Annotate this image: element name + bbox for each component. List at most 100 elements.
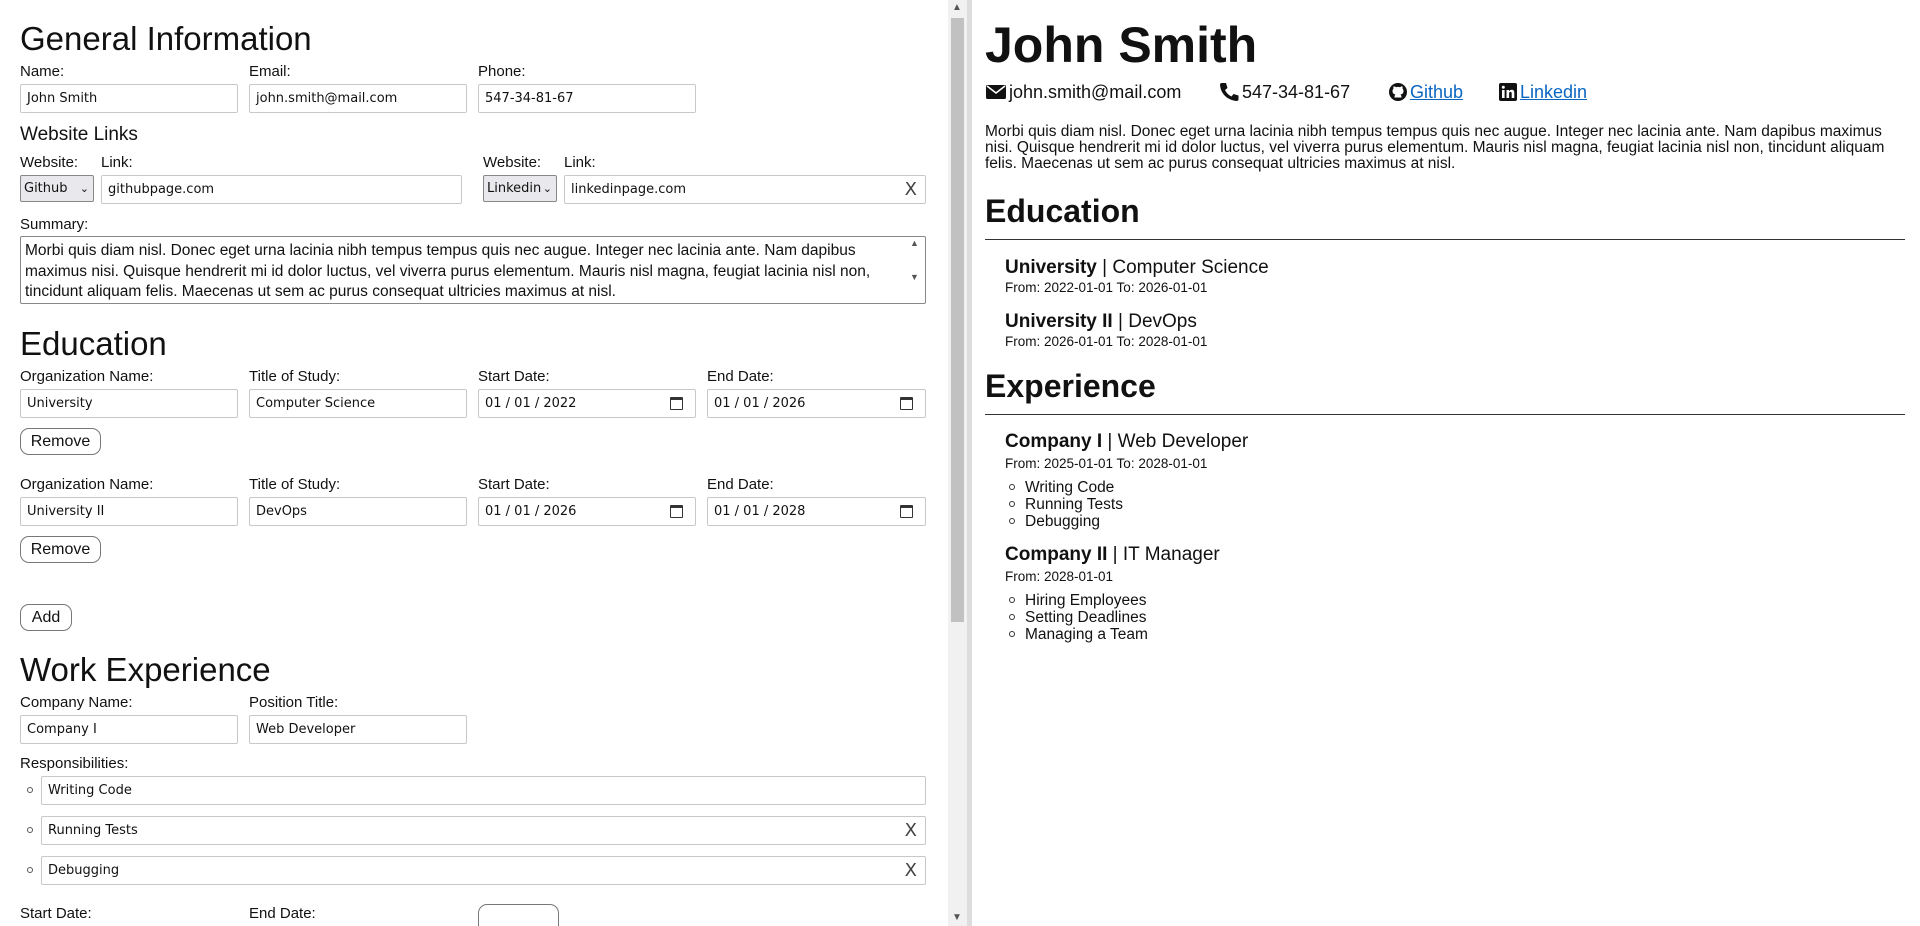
end-date-value: 01 / 01 / 2028 [714,504,806,519]
preview-summary: Morbi quis diam nisl. Donec eget urna la… [985,123,1885,172]
website-links-heading: Website Links [20,124,138,145]
preview-experience-entry: Company I | Web Developer [1005,432,1248,451]
experience-position: Web Developer [1117,431,1249,452]
scroll-up-icon[interactable]: ▲ [952,2,962,13]
end-date-label: End Date: [707,476,774,493]
end-date-label: End Date: [707,368,774,385]
list-bullet [1009,597,1015,603]
phone-input[interactable]: 547-34-81-67 [478,84,696,113]
work-start-date-label: Start Date: [20,905,92,922]
responsibility-input[interactable]: Debugging X [41,856,926,885]
phone-icon [1220,83,1239,101]
calendar-icon[interactable] [670,505,683,518]
website-select-value: Github [24,181,68,196]
preview-email-text: john.smith@mail.com [1009,82,1182,102]
calendar-icon[interactable] [900,505,913,518]
preview-github[interactable]: Github [1388,80,1463,104]
responsibility-input[interactable]: Writing Code [41,776,926,805]
scroll-thumb[interactable] [951,18,964,622]
experience-item: Setting Deadlines [1025,609,1147,626]
pane-divider[interactable] [967,0,972,926]
website-label-2: Website: [483,154,542,171]
study-label: Title of Study: [249,368,341,385]
start-date-value: 01 / 01 / 2022 [485,396,577,411]
org-label: Organization Name: [20,476,154,493]
education-divider [985,239,1905,240]
phone-label: Phone: [478,63,526,80]
textarea-scroll-up-icon[interactable]: ▲ [910,238,919,248]
scroll-down-icon[interactable]: ▼ [952,912,962,923]
list-bullet [1009,518,1015,524]
end-date-value: 01 / 01 / 2026 [714,396,806,411]
end-date-input[interactable]: 01 / 01 / 2026 [707,389,926,418]
company-label: Company Name: [20,694,133,711]
end-date-input[interactable]: 01 / 01 / 2028 [707,497,926,526]
experience-company: Company II [1005,544,1108,565]
org-input[interactable]: University [20,389,238,418]
list-bullet [1009,501,1015,507]
experience-company: Company I [1005,431,1103,452]
work-experience-heading: Work Experience [20,651,271,688]
general-info-heading: General Information [20,20,312,57]
study-input[interactable]: Computer Science [249,389,467,418]
company-input[interactable]: Company I [20,715,238,744]
preview-name: John Smith [985,17,1258,73]
list-bullet [27,827,33,833]
position-input[interactable]: Web Developer [249,715,467,744]
remove-responsibility-icon[interactable]: X [905,857,917,884]
education-study: DevOps [1128,311,1197,332]
name-input[interactable]: John Smith [20,84,238,113]
preview-experience-entry: Company II | IT Manager [1005,545,1220,564]
email-label: Email: [249,63,291,80]
calendar-icon[interactable] [900,397,913,410]
org-label: Organization Name: [20,368,154,385]
calendar-icon[interactable] [670,397,683,410]
preview-experience-heading: Experience [985,368,1156,404]
experience-position: IT Manager [1122,544,1220,565]
summary-textarea[interactable]: Morbi quis diam nisl. Donec eget urna la… [20,236,926,304]
experience-item: Managing a Team [1025,626,1148,643]
website-select-github[interactable]: Github ⌄ [20,175,94,202]
link-label-2: Link: [564,154,596,171]
separator: | [1112,311,1129,332]
start-date-input[interactable]: 01 / 01 / 2026 [478,497,696,526]
add-education-button[interactable]: Add [20,604,72,631]
preview-phone: 547-34-81-67 [1218,80,1350,104]
github-link[interactable]: Github [1410,80,1463,104]
email-input[interactable]: john.smith@mail.com [249,84,467,113]
responsibility-input[interactable]: Running Tests X [41,816,926,845]
website-select-linkedin[interactable]: Linkedin ⌄ [483,175,557,202]
separator: | [1102,431,1118,452]
name-label: Name: [20,63,65,80]
work-end-date-label: End Date: [249,905,316,922]
link-input-github[interactable]: githubpage.com [101,175,462,204]
experience-item: Debugging [1025,513,1100,530]
experience-item: Hiring Employees [1025,592,1147,609]
website-select-value-2: Linkedin [487,181,542,196]
list-bullet [1009,484,1015,490]
chevron-down-icon: ⌄ [79,182,89,195]
textarea-scroll-down-icon[interactable]: ▼ [910,272,919,282]
remove-education-button[interactable]: Remove [20,536,101,563]
remove-work-button[interactable] [478,904,559,926]
linkedin-link[interactable]: Linkedin [1520,80,1587,104]
preview-education-entry: University II | DevOps [1005,312,1197,331]
start-date-input[interactable]: 01 / 01 / 2022 [478,389,696,418]
editor-scrollbar[interactable]: ▲ ▼ [948,0,967,926]
study-input[interactable]: DevOps [249,497,467,526]
link-label: Link: [101,154,133,171]
preview-education-heading: Education [985,193,1140,229]
education-dates: From: 2026-01-01 To: 2028-01-01 [1005,334,1208,349]
remove-education-button[interactable]: Remove [20,428,101,455]
link-input-linkedin[interactable]: linkedinpage.com X [564,175,926,204]
remove-link-icon[interactable]: X [905,176,917,203]
org-input[interactable]: University II [20,497,238,526]
start-date-label: Start Date: [478,368,550,385]
remove-responsibility-icon[interactable]: X [905,817,917,844]
education-org: University [1005,257,1097,278]
resume-preview: John Smith john.smith@mail.com 547-34-81… [985,0,1905,926]
experience-dates: From: 2028-01-01 [1005,569,1114,584]
preview-linkedin[interactable]: Linkedin [1498,80,1587,104]
preview-phone-text: 547-34-81-67 [1242,82,1351,102]
separator: | [1096,257,1113,278]
